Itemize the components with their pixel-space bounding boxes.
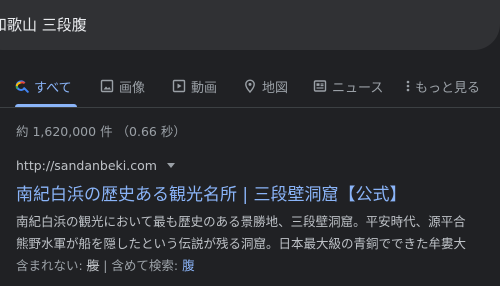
- image-icon: [100, 79, 114, 93]
- search-icon: [15, 79, 29, 93]
- result-stats: 約 1,620,000 件 （0.66 秒）: [16, 124, 186, 139]
- separator: |: [103, 258, 108, 273]
- include-label: 含めて検索:: [111, 258, 179, 273]
- missing-terms: 含まれない: 腹 | 含めて検索: 腹: [16, 255, 195, 274]
- missing-term: 腹: [86, 258, 100, 273]
- tab-images[interactable]: 画像: [100, 74, 145, 98]
- search-box[interactable]: 和歌山 三段腹: [0, 0, 500, 50]
- include-term-link[interactable]: 腹: [182, 258, 195, 273]
- tab-label: ニュース: [332, 80, 384, 96]
- tab-label: 動画: [191, 80, 218, 96]
- search-tabs: すべて 画像 動画 地図 ニュース もっと見る: [0, 74, 500, 98]
- tab-label: 画像: [119, 80, 146, 96]
- tab-maps[interactable]: 地図: [243, 74, 288, 98]
- result-snippet-line-1: 南紀白浜の観光において最も歴史のある景勝地、三段壁洞窟。平安時代、源平合: [16, 214, 466, 229]
- more-icon: [404, 79, 412, 93]
- tab-label: もっと見る: [415, 80, 481, 96]
- chevron-down-icon[interactable]: [166, 163, 175, 168]
- search-query[interactable]: 和歌山 三段腹: [0, 14, 87, 35]
- map-pin-icon: [243, 79, 257, 93]
- video-icon: [172, 79, 186, 93]
- missing-label: 含まれない:: [16, 258, 83, 273]
- result-snippet-line-2: 熊野水軍が船を隠したという伝説が残る洞窟。日本最大級の青銅でできた牟婁大: [16, 236, 467, 251]
- news-icon: [313, 79, 327, 93]
- tab-label: 地図: [262, 80, 289, 96]
- tab-all[interactable]: すべて: [15, 74, 72, 98]
- result-url[interactable]: http://sandanbeki.com: [16, 158, 175, 173]
- tab-news[interactable]: ニュース: [313, 74, 383, 98]
- tabs-divider: [0, 107, 500, 108]
- result-url-text: http://sandanbeki.com: [16, 158, 157, 173]
- search-results-page: 和歌山 三段腹 すべて 画像 動画 地図 ニュース もっと見る 約 1,620,…: [0, 0, 500, 286]
- tab-more[interactable]: もっと見る: [404, 74, 480, 98]
- tab-videos[interactable]: 動画: [172, 74, 217, 98]
- result-title-link[interactable]: 南紀白浜の歴史ある観光名所 | 三段壁洞窟【公式】: [16, 180, 407, 205]
- tab-label: すべて: [34, 80, 72, 96]
